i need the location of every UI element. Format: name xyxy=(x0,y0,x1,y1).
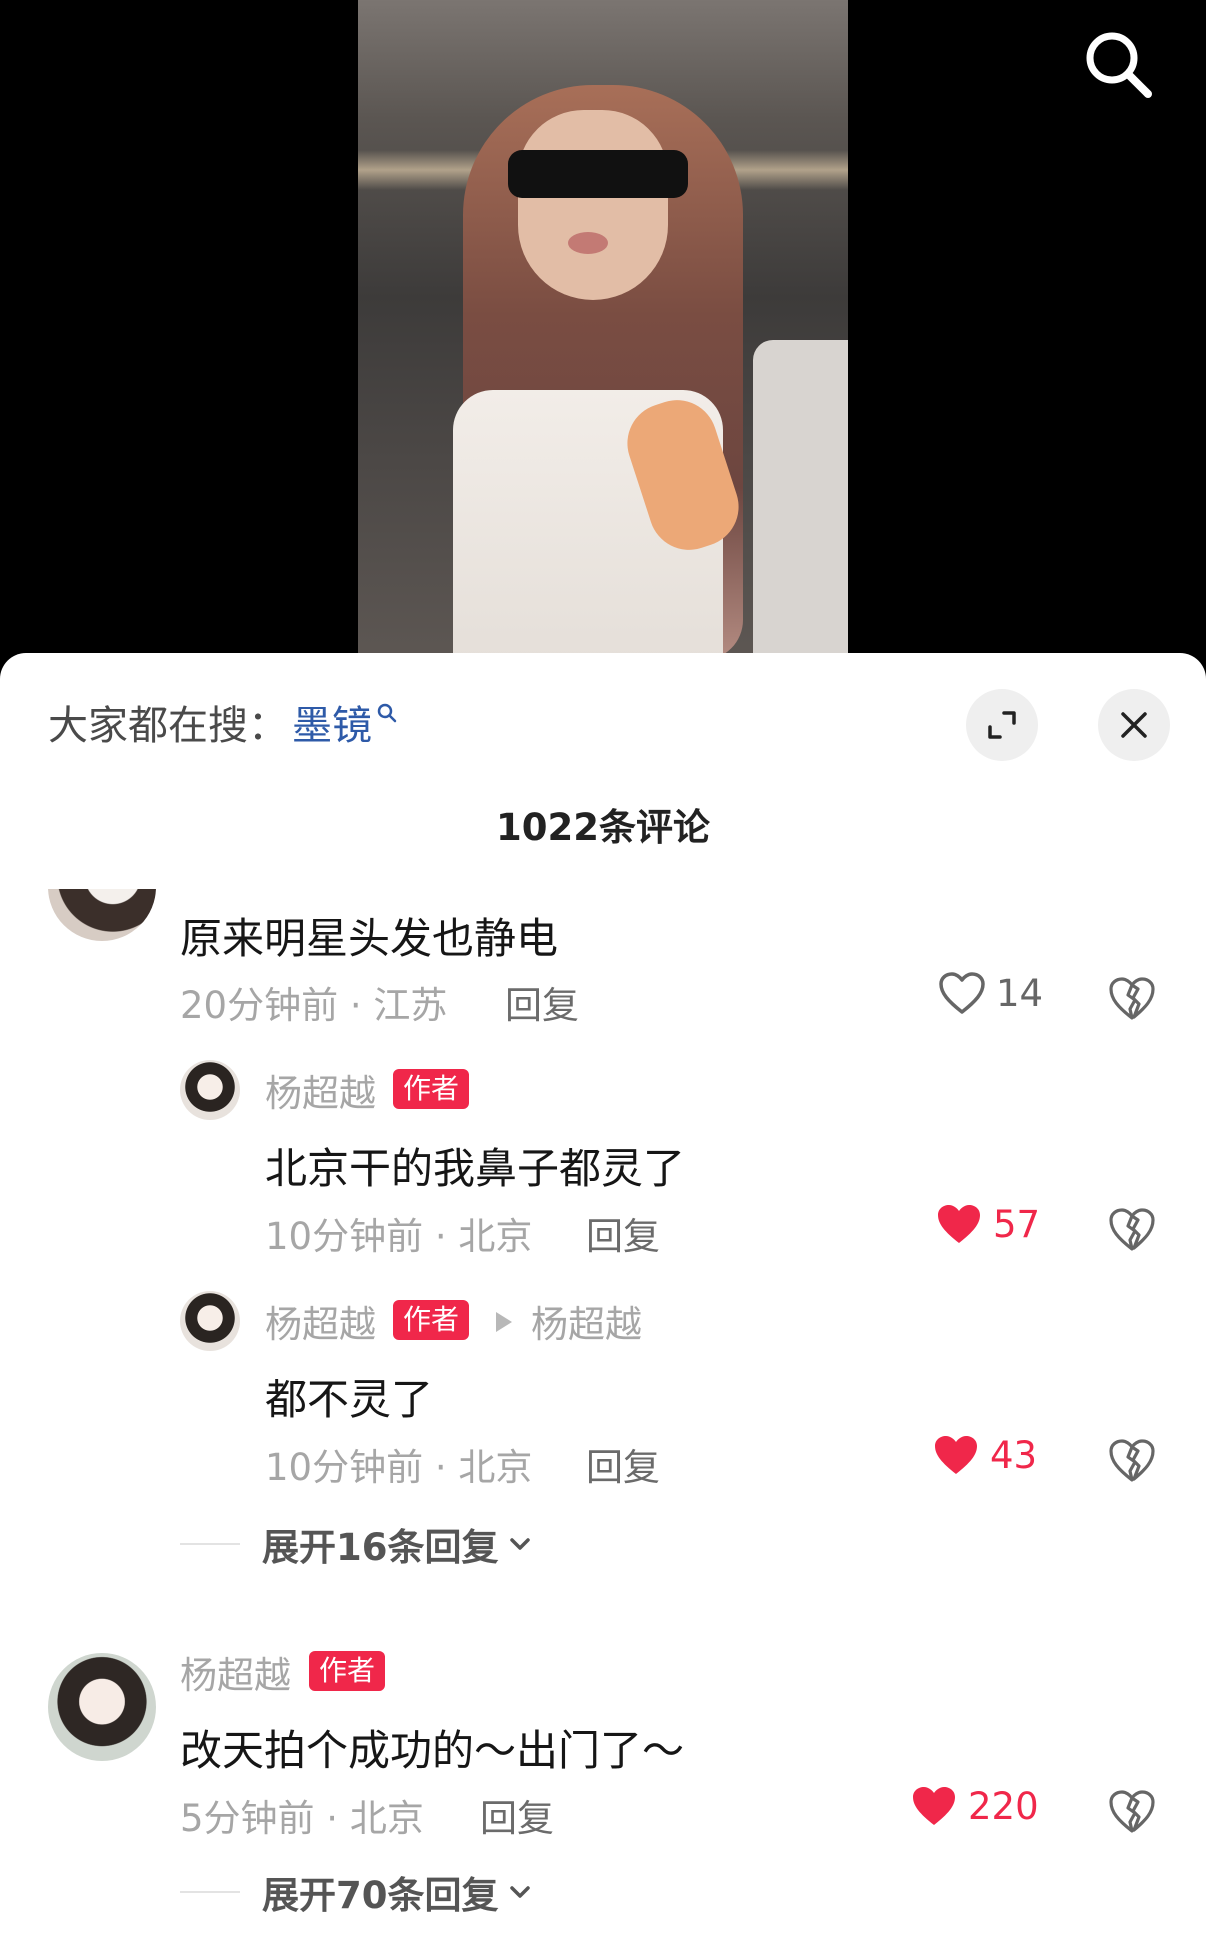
hot-search-prefix: 大家都在搜： xyxy=(48,703,288,749)
reply-to-name[interactable]: 杨超越 xyxy=(531,1294,642,1348)
hot-search-term[interactable]: 墨镜 xyxy=(292,693,372,751)
search-button[interactable] xyxy=(1078,24,1158,104)
chevron-down-icon xyxy=(509,1538,530,1550)
chevron-down-icon xyxy=(509,1886,530,1898)
avatar[interactable] xyxy=(180,1060,240,1120)
like-button[interactable]: 220 xyxy=(910,1784,1039,1828)
broken-heart-icon xyxy=(1109,1208,1155,1251)
avatar[interactable] xyxy=(48,1653,156,1761)
heart-icon xyxy=(913,1787,955,1825)
broken-heart-icon xyxy=(1109,1439,1155,1482)
reply-author[interactable]: 杨超越 xyxy=(265,1294,376,1348)
expand-button[interactable] xyxy=(966,689,1038,761)
video-frame xyxy=(358,0,848,660)
like-count: 14 xyxy=(996,971,1044,1015)
reply-button[interactable]: 回复 xyxy=(480,1788,554,1842)
close-button[interactable] xyxy=(1098,689,1170,761)
expand-replies-button[interactable]: 展开70条回复 xyxy=(180,1865,533,1919)
search-icon xyxy=(1086,32,1152,98)
avatar[interactable] xyxy=(48,889,156,945)
like-button[interactable]: 43 xyxy=(932,1433,1037,1477)
reply-arrow-icon xyxy=(496,1312,512,1332)
heart-icon xyxy=(939,972,985,1014)
close-icon xyxy=(1121,712,1147,738)
broken-heart-icon xyxy=(1109,977,1155,1020)
comment-author[interactable]: 杨超越 xyxy=(180,1645,291,1699)
comment-meta: 20分钟前 · 江苏 xyxy=(180,984,448,1027)
expand-replies-label: 展开70条回复 xyxy=(262,1874,499,1917)
like-count: 57 xyxy=(993,1202,1041,1246)
reply-author[interactable]: 杨超越 xyxy=(265,1063,376,1117)
comment-sheet: 大家都在搜： 墨镜 1022条评论 原来明星头发也静电 20分钟前 · 江苏 回… xyxy=(0,653,1206,1937)
dislike-button[interactable] xyxy=(1107,1437,1157,1487)
expand-replies-label: 展开16条回复 xyxy=(262,1526,499,1569)
hot-search-bar: 大家都在搜： 墨镜 xyxy=(48,693,398,751)
dislike-button[interactable] xyxy=(1107,1788,1157,1838)
avatar[interactable] xyxy=(180,1291,240,1351)
expand-replies-button[interactable]: 展开16条回复 xyxy=(180,1517,533,1571)
comment-text: 原来明星头发也静电 xyxy=(180,914,559,963)
reply-button[interactable]: 回复 xyxy=(505,975,579,1029)
reply-button[interactable]: 回复 xyxy=(586,1437,660,1491)
search-icon xyxy=(377,703,397,723)
heart-icon xyxy=(938,1205,980,1243)
author-badge: 作者 xyxy=(309,1651,386,1691)
expand-icon xyxy=(988,711,1016,739)
reply-text: 都不灵了 xyxy=(265,1375,434,1424)
comment-text: 改天拍个成功的～出门了～ xyxy=(180,1726,685,1775)
dislike-button[interactable] xyxy=(1107,1206,1157,1256)
author-badge: 作者 xyxy=(393,1069,470,1109)
heart-icon xyxy=(935,1436,977,1474)
like-count: 220 xyxy=(968,1784,1039,1828)
author-badge: 作者 xyxy=(393,1300,470,1340)
broken-heart-icon xyxy=(1109,1790,1155,1833)
comment-meta: 5分钟前 · 北京 xyxy=(180,1797,424,1840)
dislike-button[interactable] xyxy=(1107,975,1157,1025)
video-player[interactable] xyxy=(0,0,1206,660)
reply-meta: 10分钟前 · 北京 xyxy=(265,1215,533,1258)
comment-count-title: 1022条评论 xyxy=(496,806,710,849)
like-button[interactable]: 14 xyxy=(938,971,1043,1015)
reply-text: 北京干的我鼻子都灵了 xyxy=(265,1144,686,1193)
like-button[interactable]: 57 xyxy=(935,1202,1040,1246)
reply-button[interactable]: 回复 xyxy=(586,1206,660,1260)
reply-meta: 10分钟前 · 北京 xyxy=(265,1446,533,1489)
like-count: 43 xyxy=(990,1433,1038,1477)
